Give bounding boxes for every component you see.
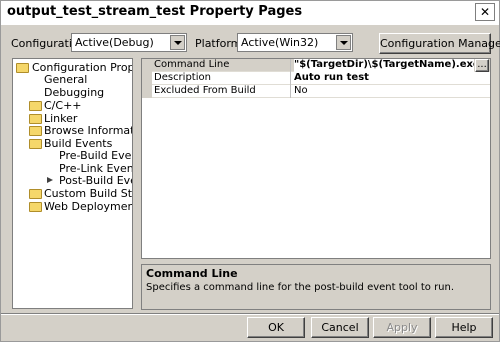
chevron-down-icon[interactable] <box>170 35 185 50</box>
arrow-icon <box>47 177 53 183</box>
tree-item-custom-build-step[interactable]: Custom Build Step <box>44 187 132 200</box>
window-title: output_test_stream_test Property Pages <box>7 4 303 19</box>
title-bar: output_test_stream_test Property Pages ✕ <box>1 1 499 25</box>
property-key: Command Line <box>154 59 291 72</box>
close-button[interactable]: ✕ <box>475 3 495 21</box>
description-panel: Command Line Specifies a command line fo… <box>141 264 491 310</box>
chevron-down-icon[interactable] <box>336 35 351 50</box>
tree-item-debugging[interactable]: Debugging <box>44 86 104 99</box>
property-key: Description <box>154 72 291 85</box>
open-folder-icon <box>29 139 42 149</box>
property-grid: Command Line "$(TargetDir)\$(TargetName)… <box>141 58 491 259</box>
close-icon: ✕ <box>479 5 491 19</box>
open-folder-icon <box>16 63 29 73</box>
configuration-manager-button[interactable]: Configuration Manager... <box>379 33 500 54</box>
divider <box>1 313 499 315</box>
row-gutter <box>142 59 152 72</box>
platform-dropdown[interactable]: Active(Win32) <box>237 33 353 52</box>
description-heading: Command Line <box>146 267 238 280</box>
ok-button[interactable]: OK <box>247 317 305 338</box>
property-pages-dialog: output_test_stream_test Property Pages ✕… <box>0 0 500 342</box>
configuration-dropdown[interactable]: Active(Debug) <box>71 33 187 52</box>
folder-icon <box>29 189 42 199</box>
property-value[interactable]: "$(TargetDir)\$(TargetName).exe" --res <box>294 59 474 72</box>
property-row[interactable]: Command Line "$(TargetDir)\$(TargetName)… <box>142 59 490 72</box>
property-tree[interactable]: Configuration Properties General Debuggi… <box>12 58 133 309</box>
description-text: Specifies a command line for the post-bu… <box>146 282 455 293</box>
folder-icon <box>29 126 42 136</box>
property-value[interactable]: Auto run test <box>294 72 490 85</box>
property-key: Excluded From Build <box>154 85 291 98</box>
ellipsis-button[interactable]: ... <box>475 59 489 72</box>
folder-icon <box>29 202 42 212</box>
tree-item-web-deployment[interactable]: Web Deployment <box>44 200 132 213</box>
tree-item-browse-information[interactable]: Browse Information <box>44 124 132 137</box>
property-value[interactable]: No <box>294 85 490 98</box>
apply-button[interactable]: Apply <box>373 317 431 338</box>
property-row[interactable]: Excluded From Build No <box>142 85 490 98</box>
tree-item-general[interactable]: General <box>44 73 87 86</box>
tree-item-post-build-event[interactable]: Post-Build Event <box>59 174 132 187</box>
property-row[interactable]: Description Auto run test <box>142 72 490 85</box>
configuration-value: Active(Debug) <box>75 36 154 49</box>
folder-icon <box>29 101 42 111</box>
row-gutter <box>142 85 152 98</box>
cancel-button[interactable]: Cancel <box>311 317 369 338</box>
tree-item-cpp[interactable]: C/C++ <box>44 99 82 112</box>
tree-item-pre-build-event[interactable]: Pre-Build Event <box>59 149 132 162</box>
folder-icon <box>29 114 42 124</box>
row-gutter <box>142 72 152 85</box>
help-button[interactable]: Help <box>435 317 493 338</box>
platform-value: Active(Win32) <box>241 36 319 49</box>
